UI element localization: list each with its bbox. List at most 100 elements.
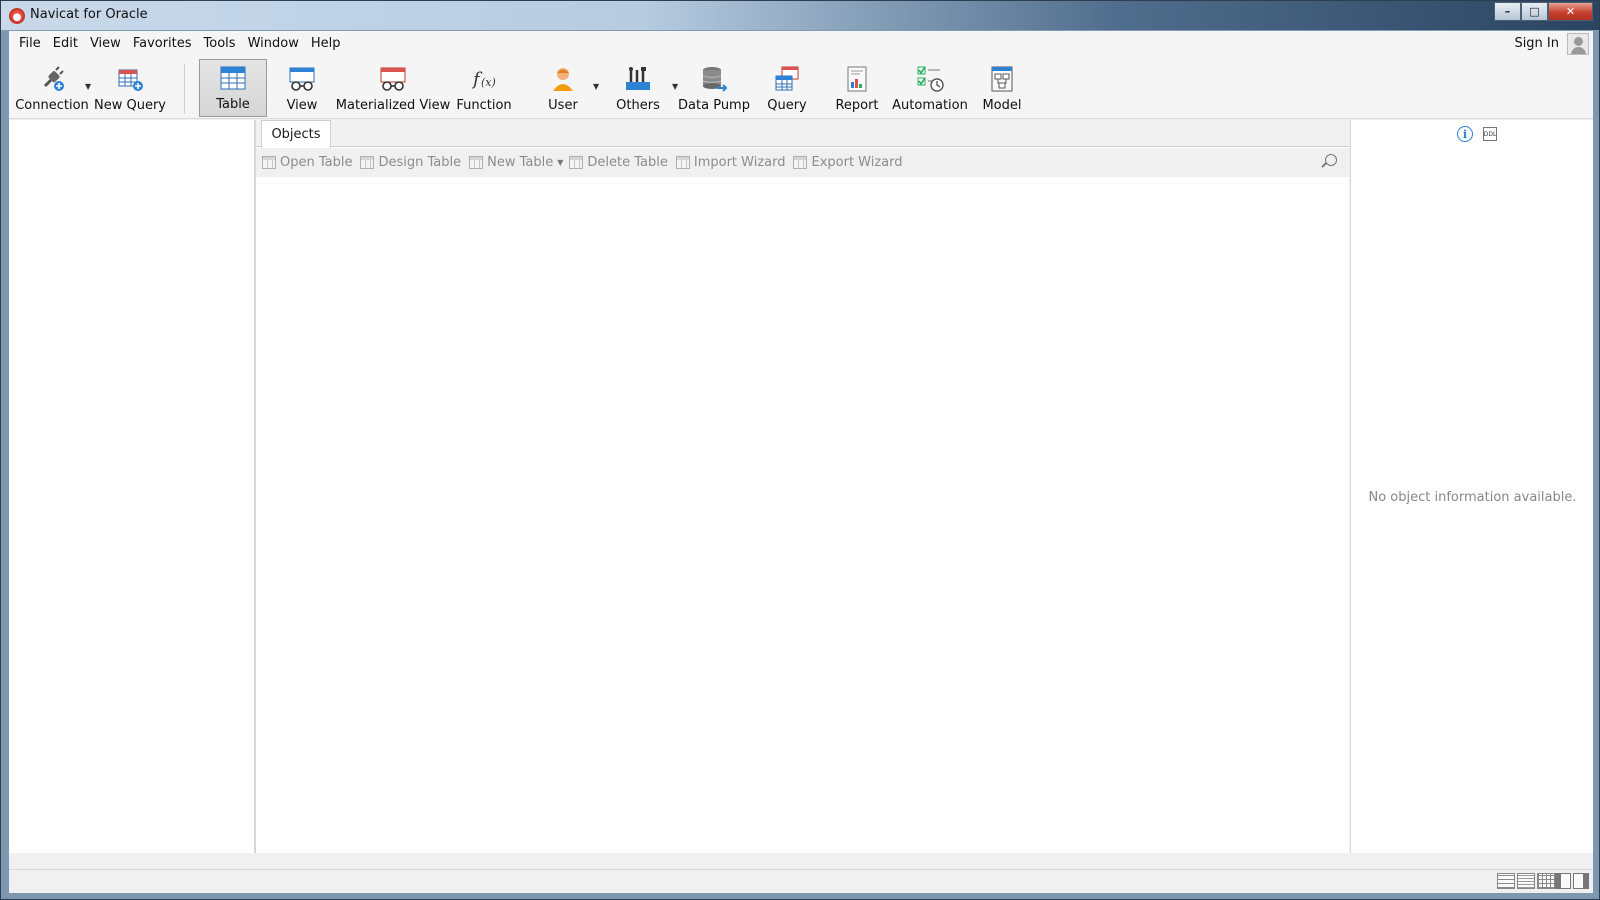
data-pump-label: Data Pump (678, 98, 750, 113)
new-table-label: New Table (487, 155, 554, 170)
avatar-icon[interactable] (1567, 32, 1589, 55)
sign-in-link[interactable]: Sign In (1514, 36, 1559, 51)
objects-toolbar: Open Table Design Table New Table ▼ Dele… (256, 148, 1349, 177)
tab-strip: Objects (256, 120, 1349, 148)
close-button[interactable]: ✕ (1548, 2, 1593, 21)
design-table-label: Design Table (378, 155, 462, 170)
menu-file[interactable]: File (13, 31, 47, 56)
export-wizard-button[interactable]: Export Wizard (793, 155, 903, 170)
object-info-pane: i DDL No object information available. (1350, 120, 1593, 853)
connection-label: Connection (15, 98, 89, 113)
export-wizard-icon (793, 156, 808, 169)
design-table-icon (360, 156, 375, 169)
automation-icon (917, 66, 944, 92)
menu-edit[interactable]: Edit (47, 31, 84, 56)
info-icon[interactable]: i (1457, 126, 1473, 142)
search-icon[interactable] (1325, 154, 1337, 166)
user-dropdown-icon[interactable]: ▼ (593, 82, 599, 91)
others-tools-icon (626, 67, 650, 90)
import-wizard-label: Import Wizard (693, 155, 786, 170)
toggle-right-pane-icon[interactable] (1573, 873, 1589, 889)
menu-tools[interactable]: Tools (198, 31, 242, 56)
view-label: View (286, 98, 318, 113)
materialized-view-icon (380, 67, 406, 91)
others-button[interactable]: Others (609, 59, 667, 117)
model-icon (991, 66, 1013, 92)
new-query-label: New Query (94, 98, 166, 113)
ddl-icon[interactable]: DDL (1483, 127, 1497, 141)
menu-view[interactable]: View (84, 31, 127, 56)
detail-view-icon[interactable] (1517, 873, 1535, 889)
query-label: Query (767, 98, 807, 113)
app-window: Navicat for Oracle – □ ✕ File Edit View … (0, 0, 1600, 900)
window-title: Navicat for Oracle (30, 7, 148, 22)
user-label: User (548, 98, 578, 113)
new-table-icon (469, 156, 484, 169)
title-bar[interactable]: Navicat for Oracle – □ ✕ (1, 1, 1599, 30)
main-toolbar: Connection ▼ New Query Table View Materi… (9, 56, 1593, 119)
grid-view-icon[interactable] (1537, 873, 1555, 889)
tab-objects[interactable]: Objects (261, 120, 331, 148)
status-bar (9, 869, 1593, 893)
navicat-logo-icon (9, 8, 25, 24)
view-button[interactable]: View (277, 59, 327, 117)
view-icon (289, 67, 315, 91)
sign-in-area[interactable]: Sign In (1514, 31, 1589, 56)
delete-table-icon (569, 156, 584, 169)
objects-list-area[interactable] (256, 177, 1349, 853)
design-table-button[interactable]: Design Table (360, 155, 461, 170)
report-button[interactable]: Report (829, 59, 885, 117)
export-wizard-label: Export Wizard (811, 155, 903, 170)
function-button[interactable]: f (x) Function (455, 59, 513, 117)
toggle-left-pane-icon[interactable] (1555, 873, 1571, 889)
table-button[interactable]: Table (199, 59, 267, 117)
open-table-button[interactable]: Open Table (262, 155, 352, 170)
menu-bar: File Edit View Favorites Tools Window He… (9, 31, 1593, 56)
delete-table-label: Delete Table (587, 155, 668, 170)
query-icon (775, 66, 799, 91)
model-button[interactable]: Model (977, 59, 1027, 117)
connection-navigation-pane[interactable] (9, 120, 255, 853)
menu-favorites[interactable]: Favorites (127, 31, 198, 56)
open-table-label: Open Table (280, 155, 353, 170)
data-pump-icon (702, 67, 728, 92)
report-label: Report (835, 98, 879, 113)
others-label: Others (616, 98, 660, 113)
no-object-info-message: No object information available. (1368, 490, 1577, 505)
menu-help[interactable]: Help (305, 31, 347, 56)
import-wizard-button[interactable]: Import Wizard (675, 155, 786, 170)
minimize-button[interactable]: – (1494, 2, 1521, 21)
table-icon (220, 66, 246, 90)
new-query-icon (118, 69, 143, 91)
others-dropdown-icon[interactable]: ▼ (672, 82, 678, 91)
list-view-icon[interactable] (1497, 873, 1515, 889)
connection-plug-icon (43, 66, 64, 91)
data-pump-button[interactable]: Data Pump (678, 59, 750, 117)
query-button[interactable]: Query (761, 59, 813, 117)
svg-text:(x): (x) (481, 76, 496, 89)
window-controls: – □ ✕ (1494, 2, 1593, 21)
maximize-button[interactable]: □ (1521, 2, 1548, 21)
user-button[interactable]: User (535, 59, 591, 117)
pane-toggle-buttons (1555, 873, 1589, 889)
open-table-icon (262, 156, 276, 169)
client-area: File Edit View Favorites Tools Window He… (9, 31, 1593, 893)
new-table-button[interactable]: New Table (469, 155, 553, 170)
user-icon (553, 68, 573, 91)
connection-dropdown-icon[interactable]: ▼ (85, 82, 91, 91)
report-icon (847, 66, 867, 92)
materialized-view-button[interactable]: Materialized View (335, 59, 451, 117)
materialized-view-label: Materialized View (335, 98, 451, 113)
function-icon: f (x) (471, 69, 496, 90)
function-label: Function (456, 98, 512, 113)
objects-pane: Objects Open Table Design Table New Tabl… (256, 120, 1349, 853)
model-label: Model (982, 98, 1022, 113)
delete-table-button[interactable]: Delete Table (569, 155, 668, 170)
menu-window[interactable]: Window (242, 31, 305, 56)
connection-button[interactable]: Connection (13, 59, 91, 117)
automation-button[interactable]: Automation (889, 59, 971, 117)
new-query-button[interactable]: New Query (94, 59, 166, 117)
automation-label: Automation (892, 98, 968, 113)
table-label: Table (216, 97, 250, 112)
new-table-dropdown-icon[interactable]: ▼ (557, 158, 563, 167)
